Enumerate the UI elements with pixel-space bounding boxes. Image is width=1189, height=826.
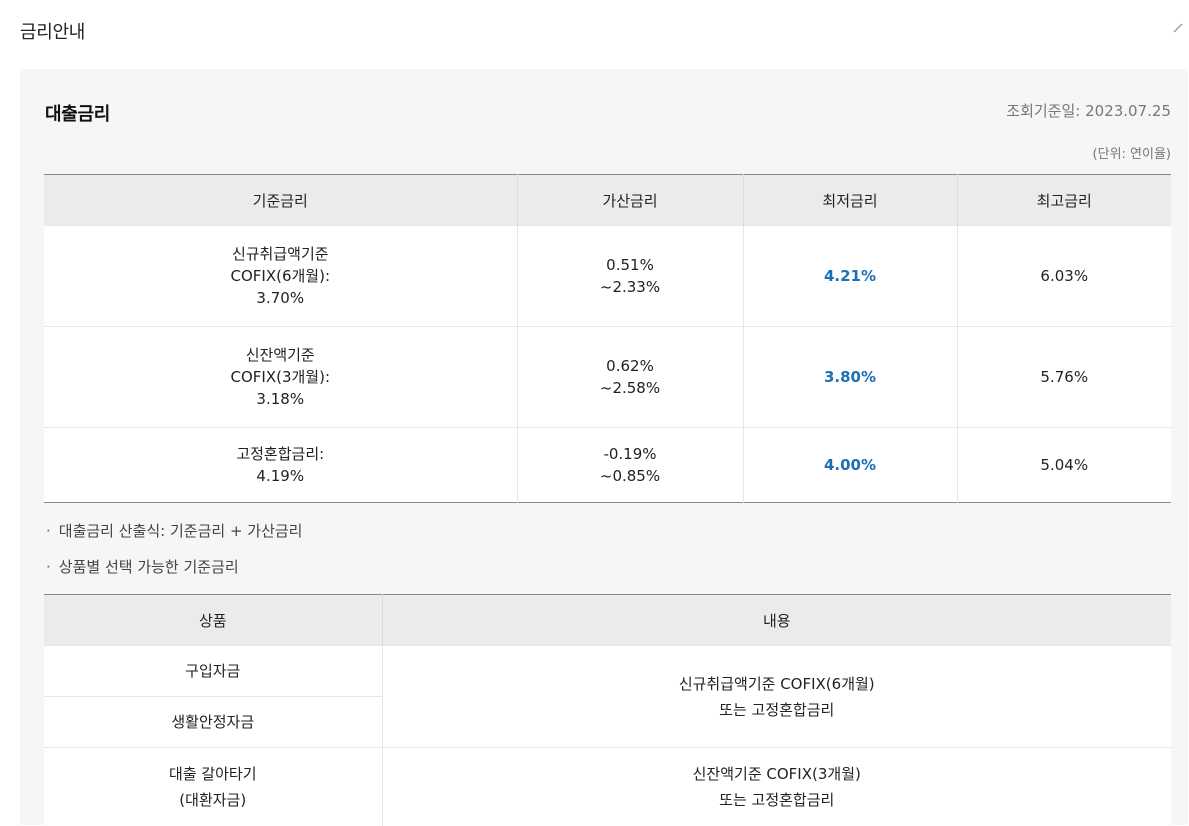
max-rate-cell: 5.04% [956,427,1171,503]
section-title: 금리안내 [20,22,86,43]
spread-cell: -0.19% ~0.85% [516,427,743,503]
base-rate-value: 4.19% [256,467,305,485]
note-text: 대출금리 산출식: 기준금리 + 가산금리 [58,522,303,540]
spread-high: ~0.85% [599,467,661,485]
product-line: 대출 갈아타기 [168,764,257,783]
content-line: 신잔액기준 COFIX(3개월) [692,764,861,783]
header-max-rate: 최고금리 [956,174,1171,226]
header-base-rate: 기준금리 [44,174,517,226]
base-rate-value: 3.18% [256,390,305,408]
spread-low: -0.19% [603,445,657,463]
content-cell: 신잔액기준 COFIX(3개월) 또는 고정혼합금리 [381,747,1171,826]
table-row: 대출 갈아타기 (대환자금) 신잔액기준 COFIX(3개월) 또는 고정혼합금… [44,747,1171,826]
unit-note: (단위: 연이율) [1092,147,1171,162]
base-rate-line: 고정혼합금리: [236,445,325,463]
table-row: 신잔액기준 COFIX(3개월): 3.18% 0.62% ~2.58% 3.8… [44,326,1171,428]
spread-low: 0.51% [606,256,654,274]
loan-rate-table: 기준금리 가산금리 최저금리 최고금리 신규취급액기준 COFIX(6개월): … [44,174,1171,503]
min-rate-cell: 3.80% [742,326,957,428]
product-cell: 생활안정자금 [44,696,382,748]
product-line: (대환자금) [179,790,247,809]
query-date: 조회기준일: 2023.07.25 [1006,102,1171,120]
header-min-rate: 최저금리 [742,174,957,226]
min-rate-cell: 4.21% [742,225,957,327]
table-row: 구입자금 신규취급액기준 COFIX(6개월) 또는 고정혼합금리 [44,645,1171,748]
min-rate-cell: 4.00% [742,427,957,503]
base-rate-cell: 신규취급액기준 COFIX(6개월): 3.70% [44,225,517,327]
collapse-icon[interactable] [1171,20,1185,34]
product-base-rate-table: 상품 내용 구입자금 신규취급액기준 COFIX(6개월) 또는 고정혼합금리 … [44,594,1171,826]
max-rate-cell: 6.03% [956,225,1171,327]
table-header-row: 기준금리 가산금리 최저금리 최고금리 [44,174,1171,226]
note-text: 상품별 선택 가능한 기준금리 [58,558,239,576]
header-product: 상품 [44,594,382,646]
base-rate-cell: 고정혼합금리: 4.19% [44,427,517,503]
table-row: 고정혼합금리: 4.19% -0.19% ~0.85% 4.00% 5.04% [44,427,1171,503]
content-cell: 신규취급액기준 COFIX(6개월) 또는 고정혼합금리 [381,645,1171,748]
base-rate-line: COFIX(3개월): [230,368,330,386]
header-content: 내용 [381,594,1171,646]
spread-high: ~2.33% [599,278,661,296]
product-cell: 대출 갈아타기 (대환자금) [44,747,382,826]
base-rate-line: 신규취급액기준 [231,245,329,263]
spread-high: ~2.58% [599,379,661,397]
product-cell: 구입자금 [44,645,382,697]
base-rate-value: 3.70% [256,289,305,307]
table-row: 신규취급액기준 COFIX(6개월): 3.70% 0.51% ~2.33% 4… [44,225,1171,327]
content-line: 또는 고정혼합금리 [719,790,835,809]
section-header[interactable]: 금리안내 [0,0,1189,64]
table-header-row: 상품 내용 [44,594,1171,646]
base-rate-line: 신잔액기준 [245,346,315,364]
panel-title: 대출금리 [45,104,111,125]
max-rate-cell: 5.76% [956,326,1171,428]
base-rate-cell: 신잔액기준 COFIX(3개월): 3.18% [44,326,517,428]
spread-cell: 0.62% ~2.58% [516,326,743,428]
bullet-dot-icon: · [46,558,51,576]
spread-cell: 0.51% ~2.33% [516,225,743,327]
header-spread: 가산금리 [516,174,743,226]
bullet-dot-icon: · [46,522,51,540]
spread-low: 0.62% [606,357,654,375]
base-rate-line: COFIX(6개월): [230,267,330,285]
rate-panel: 대출금리 조회기준일: 2023.07.25 (단위: 연이율) 기준금리 가산… [20,69,1188,826]
content-line: 신규취급액기준 COFIX(6개월) [678,674,875,693]
content-line: 또는 고정혼합금리 [719,700,835,719]
note-product-base-rate: · 상품별 선택 가능한 기준금리 [46,556,239,577]
note-formula: · 대출금리 산출식: 기준금리 + 가산금리 [46,520,302,541]
